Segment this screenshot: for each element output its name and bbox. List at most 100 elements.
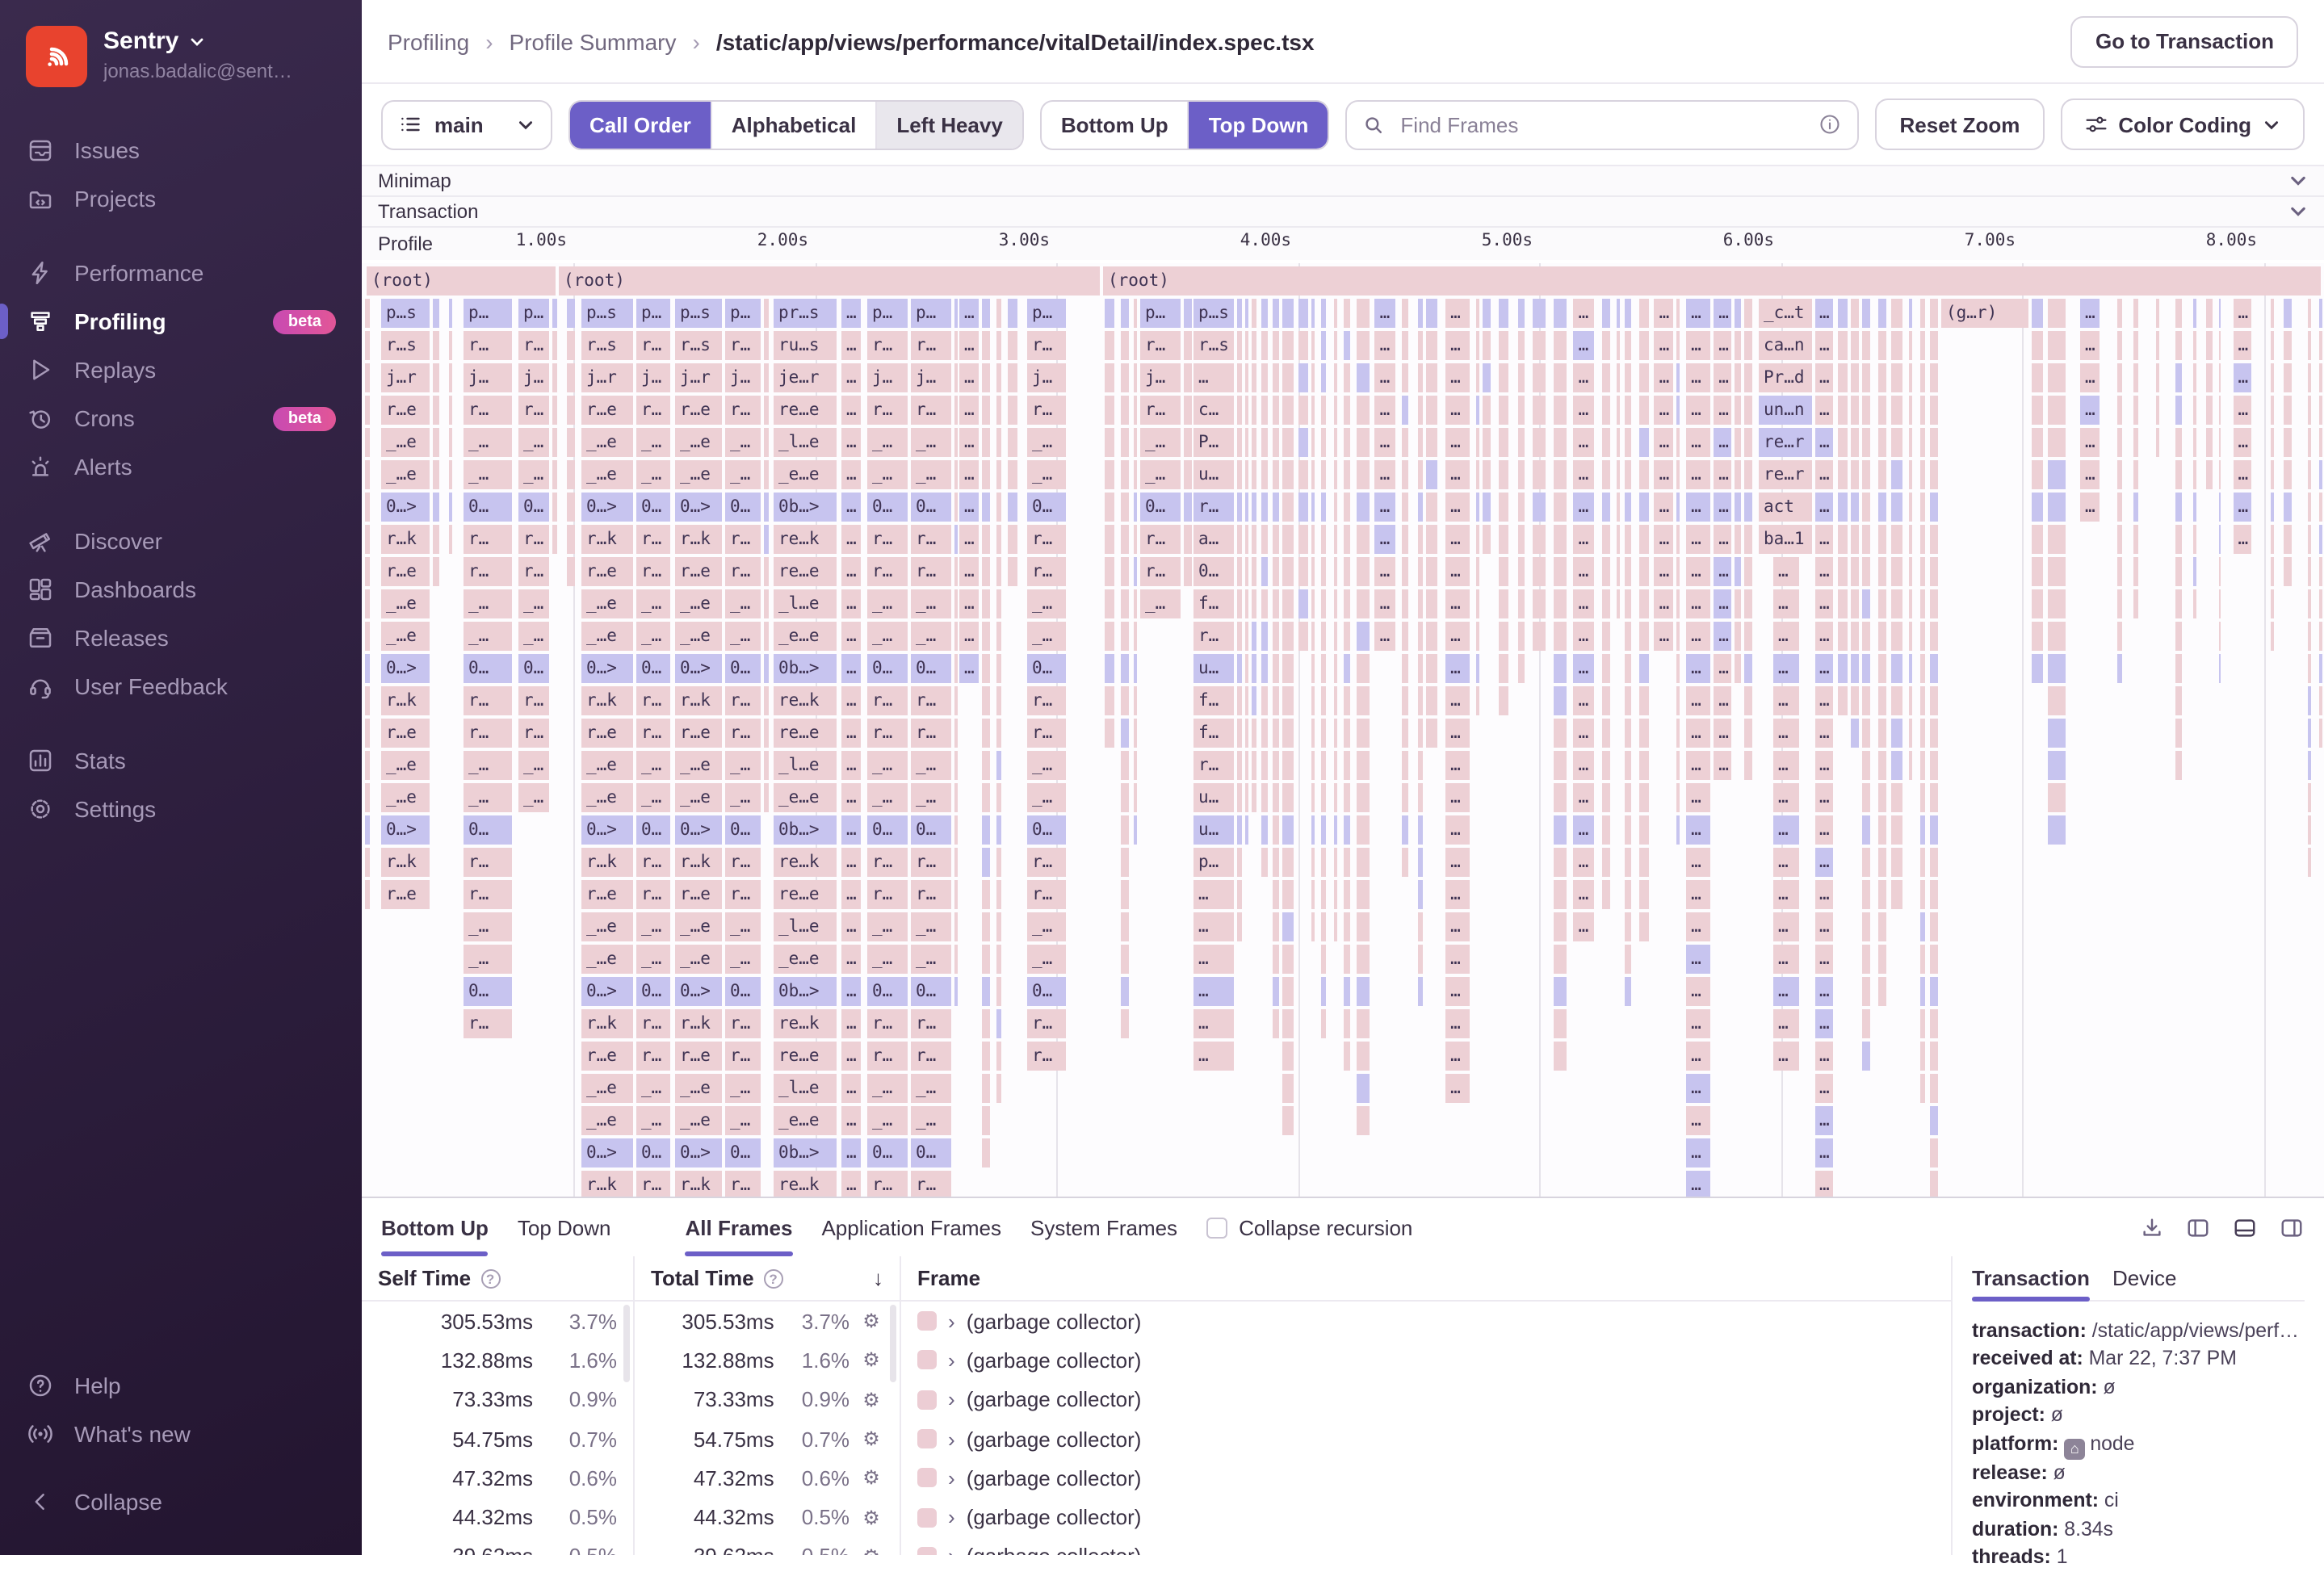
flame-frame[interactable] bbox=[1120, 718, 1129, 748]
flame-frame[interactable] bbox=[2271, 298, 2275, 328]
flame-frame[interactable] bbox=[1261, 718, 1269, 748]
flame-frame[interactable] bbox=[1261, 395, 1269, 425]
flame-frame[interactable] bbox=[1418, 815, 1423, 845]
flame-frame[interactable] bbox=[1862, 556, 1871, 586]
flame-frame[interactable] bbox=[1282, 556, 1294, 586]
flame-frame[interactable]: u… bbox=[1193, 459, 1234, 489]
flame-frame[interactable] bbox=[1282, 1105, 1294, 1135]
flame-frame[interactable] bbox=[1273, 395, 1279, 425]
flame-frame[interactable]: r… bbox=[867, 879, 908, 909]
flame-frame[interactable] bbox=[1862, 912, 1871, 941]
flame-frame[interactable] bbox=[2193, 363, 2196, 392]
flame-frame[interactable] bbox=[1554, 459, 1567, 489]
flame-frame[interactable] bbox=[1273, 653, 1279, 683]
flame-frame[interactable]: … bbox=[1655, 363, 1674, 392]
flame-frame[interactable] bbox=[1929, 621, 1939, 651]
flame-frame[interactable]: je…r bbox=[774, 363, 837, 392]
flame-frame[interactable]: … bbox=[1445, 1041, 1470, 1071]
flame-frame[interactable]: j… bbox=[1027, 363, 1066, 392]
flame-frame[interactable]: j… bbox=[911, 363, 951, 392]
flame-frame[interactable] bbox=[2206, 363, 2212, 392]
flame-frame[interactable] bbox=[996, 298, 1001, 328]
flame-frame[interactable] bbox=[1533, 524, 1545, 554]
flame-frame[interactable]: p… bbox=[725, 298, 761, 328]
flame-frame[interactable]: 0… bbox=[911, 976, 951, 1006]
flame-frame[interactable] bbox=[1500, 363, 1508, 392]
flame-frame[interactable] bbox=[1261, 427, 1269, 457]
collapse-button[interactable]: Collapse bbox=[0, 1478, 362, 1526]
flame-frame[interactable]: … bbox=[1714, 363, 1732, 392]
flame-frame[interactable] bbox=[1735, 556, 1740, 586]
flame-frame[interactable] bbox=[1677, 459, 1680, 489]
flame-frame[interactable] bbox=[1418, 524, 1423, 554]
flame-frame[interactable] bbox=[1311, 621, 1315, 651]
flame-frame[interactable]: … bbox=[841, 459, 861, 489]
flame-frame[interactable] bbox=[1333, 750, 1337, 780]
flame-frame[interactable]: _… bbox=[1027, 621, 1066, 651]
flame-frame[interactable] bbox=[1617, 363, 1620, 392]
flame-frame[interactable]: j…r bbox=[381, 363, 430, 392]
flame-frame[interactable]: … bbox=[841, 782, 861, 812]
flame-frame[interactable] bbox=[1554, 298, 1567, 328]
flame-frame[interactable]: r…e bbox=[581, 556, 633, 586]
flame-frame[interactable]: 0… bbox=[911, 492, 951, 522]
flame-frame[interactable] bbox=[1929, 298, 1939, 328]
flame-frame[interactable] bbox=[1009, 556, 1017, 586]
flame-frame[interactable] bbox=[981, 879, 990, 909]
flame-frame[interactable] bbox=[365, 427, 370, 457]
flame-frame[interactable] bbox=[1357, 556, 1370, 586]
flame-frame[interactable] bbox=[1744, 685, 1751, 715]
flame-frame[interactable] bbox=[1133, 782, 1138, 812]
flame-frame[interactable] bbox=[1418, 330, 1423, 360]
flame-frame[interactable] bbox=[996, 653, 1001, 683]
flame-frame[interactable] bbox=[1554, 944, 1567, 974]
flame-frame[interactable]: … bbox=[1445, 750, 1470, 780]
flame-frame[interactable] bbox=[1245, 589, 1249, 618]
flame-frame[interactable] bbox=[1401, 685, 1408, 715]
flame-frame[interactable]: 0…> bbox=[581, 1138, 633, 1167]
flame-frame[interactable] bbox=[1261, 685, 1269, 715]
flame-frame[interactable] bbox=[2308, 298, 2310, 328]
flame-frame[interactable]: … bbox=[841, 879, 861, 909]
flame-frame[interactable]: r… bbox=[518, 395, 549, 425]
flame-frame[interactable] bbox=[1518, 653, 1524, 683]
flame-frame[interactable]: r…k bbox=[675, 847, 722, 877]
flame-frame[interactable] bbox=[1245, 718, 1249, 748]
flame-frame[interactable] bbox=[763, 685, 769, 715]
flame-frame[interactable] bbox=[1929, 524, 1939, 554]
flame-frame[interactable] bbox=[1929, 976, 1939, 1006]
flame-frame[interactable] bbox=[981, 718, 990, 748]
flame-frame[interactable]: 0…> bbox=[675, 492, 722, 522]
flame-frame[interactable] bbox=[1929, 847, 1939, 877]
flame-frame[interactable]: _… bbox=[867, 1073, 908, 1103]
flame-frame[interactable]: … bbox=[841, 1041, 861, 1071]
flame-frame[interactable] bbox=[1282, 782, 1294, 812]
flame-frame[interactable] bbox=[432, 556, 440, 586]
flame-frame[interactable]: … bbox=[1686, 944, 1710, 974]
flame-frame[interactable] bbox=[1892, 847, 1903, 877]
flame-frame[interactable]: … bbox=[1574, 395, 1595, 425]
flame-frame[interactable]: _l…e bbox=[774, 589, 837, 618]
flame-frame[interactable] bbox=[1602, 363, 1611, 392]
flame-frame[interactable] bbox=[1602, 589, 1611, 618]
flame-frame[interactable] bbox=[1344, 524, 1351, 554]
flame-frame[interactable]: r…s bbox=[581, 330, 633, 360]
flame-frame[interactable] bbox=[1273, 750, 1279, 780]
flame-frame[interactable]: … bbox=[841, 589, 861, 618]
flame-frame[interactable] bbox=[1554, 847, 1567, 877]
flame-frame[interactable] bbox=[1838, 363, 1847, 392]
flame-frame[interactable] bbox=[1009, 524, 1017, 554]
flame-frame[interactable] bbox=[1321, 556, 1325, 586]
flame-frame[interactable] bbox=[1236, 330, 1242, 360]
flame-frame[interactable] bbox=[2133, 395, 2137, 425]
flame-frame[interactable] bbox=[1321, 524, 1325, 554]
flame-frame[interactable]: … bbox=[1773, 1041, 1799, 1071]
flame-frame[interactable] bbox=[1624, 621, 1631, 651]
flame-frame[interactable] bbox=[432, 524, 440, 554]
flame-frame[interactable] bbox=[1639, 298, 1648, 328]
flame-frame[interactable]: r… bbox=[725, 1170, 761, 1197]
flame-frame[interactable] bbox=[1892, 589, 1903, 618]
flame-frame[interactable]: … bbox=[1445, 330, 1470, 360]
flame-frame[interactable]: re…e bbox=[774, 718, 837, 748]
flame-frame[interactable] bbox=[2049, 718, 2066, 748]
